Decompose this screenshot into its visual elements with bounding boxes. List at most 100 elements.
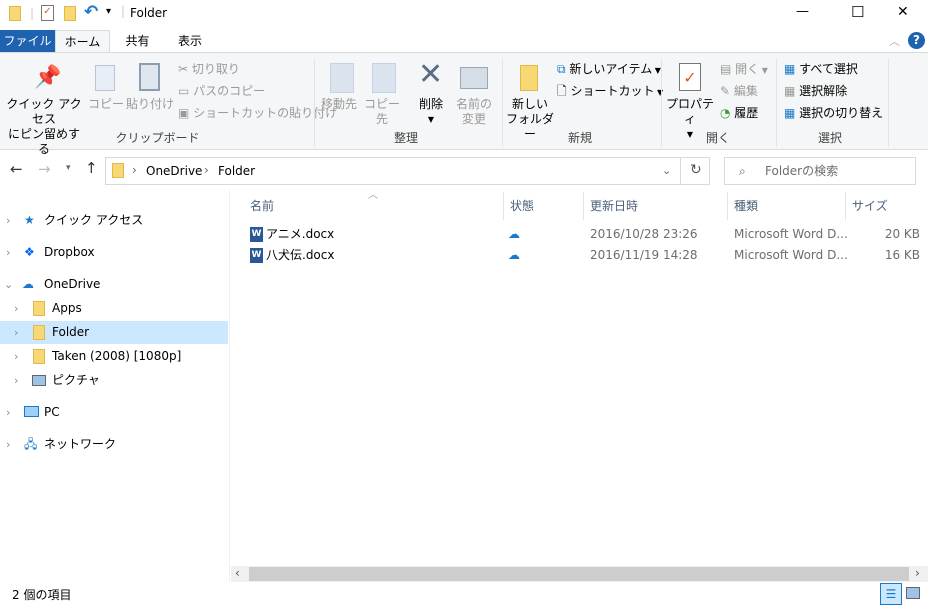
search-input[interactable]: ⌕ Folderの検索	[724, 157, 916, 185]
column-divider[interactable]	[583, 192, 584, 220]
pin-icon: 📌	[34, 65, 62, 90]
scroll-left-button[interactable]: ‹	[235, 566, 240, 580]
search-placeholder: Folderの検索	[765, 164, 839, 178]
scroll-right-button[interactable]: ›	[915, 566, 920, 580]
file-date: 2016/10/28 23:26	[590, 227, 698, 241]
qat-dropdown-icon[interactable]: ▾	[106, 6, 111, 17]
open-button[interactable]: ▤ 開く ▼	[720, 61, 768, 79]
rename-icon	[460, 67, 488, 89]
sidebar-item-network[interactable]: › 🖧 ネットワーク	[0, 433, 228, 456]
group-label-open: 開く	[705, 131, 730, 145]
new-folder-qat-icon[interactable]	[64, 6, 76, 21]
shortcut-button[interactable]: 🗋 ショートカット ▼	[557, 83, 663, 101]
tab-file[interactable]: ファイル	[0, 30, 55, 52]
tab-share[interactable]: 共有	[115, 30, 160, 52]
tab-view[interactable]: 表示	[170, 30, 210, 52]
new-folder-button[interactable]: 新しい フォルダー	[504, 97, 556, 142]
address-dropdown-icon[interactable]: ⌄	[662, 164, 671, 177]
dropdown-icon: ▼	[759, 66, 768, 75]
maximize-button[interactable]: ☐	[851, 3, 864, 21]
label: フォルダー	[505, 112, 554, 141]
history-icon: ◔	[720, 106, 735, 120]
word-document-icon: W	[250, 227, 263, 242]
refresh-button[interactable]: ↻	[690, 162, 702, 178]
new-item-icon: ⧉	[557, 62, 570, 76]
shortcut-icon: 🗋	[557, 84, 571, 98]
sidebar-item-onedrive[interactable]: ⌄ ☁ OneDrive	[0, 273, 228, 296]
sidebar-item-taken[interactable]: › Taken (2008) [1080p]	[0, 345, 228, 368]
breadcrumb-folder[interactable]: Folder	[218, 164, 255, 178]
cloud-status-icon: ☁	[508, 248, 520, 262]
sidebar-item-pictures[interactable]: › ピクチャ	[0, 369, 228, 392]
sidebar-item-pc[interactable]: › PC	[0, 401, 228, 424]
group-label-select: 選択	[817, 131, 842, 145]
chevron-right-icon: ›	[14, 302, 19, 315]
new-item-button[interactable]: ⧉ 新しいアイテム ▼	[557, 61, 661, 79]
chevron-right-icon: ›	[14, 374, 19, 387]
back-button[interactable]: ←	[10, 160, 23, 178]
label: 選択の切り替え	[799, 106, 884, 120]
scissors-icon: ✂	[178, 62, 192, 76]
ribbon: 📌 クイック アクセス にピン留めする コピー 貼り付け ✂ 切り取り ▭ パスの…	[0, 52, 928, 156]
collapse-ribbon-icon[interactable]: ︿	[889, 33, 900, 49]
column-header-size[interactable]: サイズ	[852, 196, 888, 218]
history-button[interactable]: ◔ 履歴	[720, 105, 758, 121]
group-label-new: 新規	[567, 131, 592, 145]
title-bar: | ✓ ↶ ▾ | Folder — ☐ ✕	[0, 0, 928, 28]
file-row[interactable]: W アニメ.docx ☁ 2016/10/28 23:26 Microsoft W…	[246, 224, 926, 245]
horizontal-scrollbar[interactable]: ‹ ›	[231, 566, 928, 582]
move-to-button[interactable]: 移動先	[318, 97, 360, 112]
minimize-button[interactable]: —	[796, 4, 809, 19]
dropbox-icon: ❖	[24, 245, 35, 259]
breadcrumb-onedrive[interactable]: OneDrive	[146, 164, 202, 178]
copy-to-button[interactable]: コピー先	[360, 97, 404, 127]
file-name: アニメ.docx	[266, 227, 335, 241]
large-icons-view-button[interactable]	[906, 587, 920, 599]
help-icon[interactable]: ?	[908, 32, 925, 49]
column-header-name[interactable]: 名前	[250, 196, 274, 218]
pin-quick-access-button[interactable]: クイック アクセス にピン留めする	[4, 97, 84, 157]
invert-selection-button[interactable]: ▦ 選択の切り替え	[784, 105, 883, 121]
address-bar[interactable]: › OneDrive › Folder ⌄ ↻	[105, 157, 710, 185]
select-none-button[interactable]: ▦ 選択解除	[784, 83, 847, 99]
label: ショートカットの貼り付け	[193, 106, 338, 120]
close-button[interactable]: ✕	[897, 4, 909, 20]
copy-path-button[interactable]: ▭ パスのコピー	[178, 83, 265, 99]
copy-to-icon	[372, 63, 396, 93]
cut-button[interactable]: ✂ 切り取り	[178, 61, 240, 77]
label: Apps	[52, 301, 82, 315]
copy-button[interactable]: コピー	[88, 97, 124, 112]
sidebar-item-dropbox[interactable]: › ❖ Dropbox	[0, 241, 228, 264]
sidebar-item-quick-access[interactable]: › ★ クイック アクセス	[0, 209, 228, 232]
column-divider[interactable]	[845, 192, 846, 220]
rename-button[interactable]: 名前の 変更	[452, 97, 496, 127]
column-divider[interactable]	[727, 192, 728, 220]
tab-home[interactable]: ホーム	[55, 30, 110, 53]
sort-ascending-icon: ︿	[368, 190, 378, 201]
column-header-status[interactable]: 状態	[510, 196, 534, 218]
forward-button[interactable]: →	[38, 160, 51, 178]
undo-icon[interactable]: ↶	[84, 2, 98, 22]
details-view-button[interactable]: ☰	[880, 583, 902, 605]
column-header-date[interactable]: 更新日時	[590, 196, 638, 218]
divider: |	[30, 6, 35, 20]
divider	[680, 158, 681, 184]
delete-button[interactable]: 削除 ▼	[414, 97, 448, 127]
navigation-pane: › ★ クイック アクセス › ❖ Dropbox ⌄ ☁ OneDrive › Apps ›…	[0, 190, 230, 582]
new-folder-icon	[520, 65, 538, 91]
sidebar-item-folder[interactable]: › Folder	[0, 321, 228, 344]
sidebar-item-apps[interactable]: › Apps	[0, 297, 228, 320]
properties-qat-icon[interactable]: ✓	[41, 5, 54, 21]
edit-button[interactable]: ✎ 編集	[720, 83, 758, 99]
column-header-type[interactable]: 種類	[734, 196, 758, 218]
file-type: Microsoft Word D...	[734, 227, 848, 241]
select-all-button[interactable]: ▦ すべて選択	[784, 61, 858, 77]
paste-button[interactable]: 貼り付け	[126, 97, 174, 112]
column-divider[interactable]	[503, 192, 504, 220]
up-button[interactable]: ↑	[85, 159, 98, 177]
file-row[interactable]: W 八犬伝.docx ☁ 2016/11/19 14:28 Microsoft W…	[246, 245, 926, 266]
recent-locations-icon[interactable]: ▾	[66, 163, 71, 173]
label: ショートカット	[570, 84, 655, 98]
label: 削除	[418, 97, 443, 111]
scrollbar-thumb[interactable]	[249, 567, 909, 581]
